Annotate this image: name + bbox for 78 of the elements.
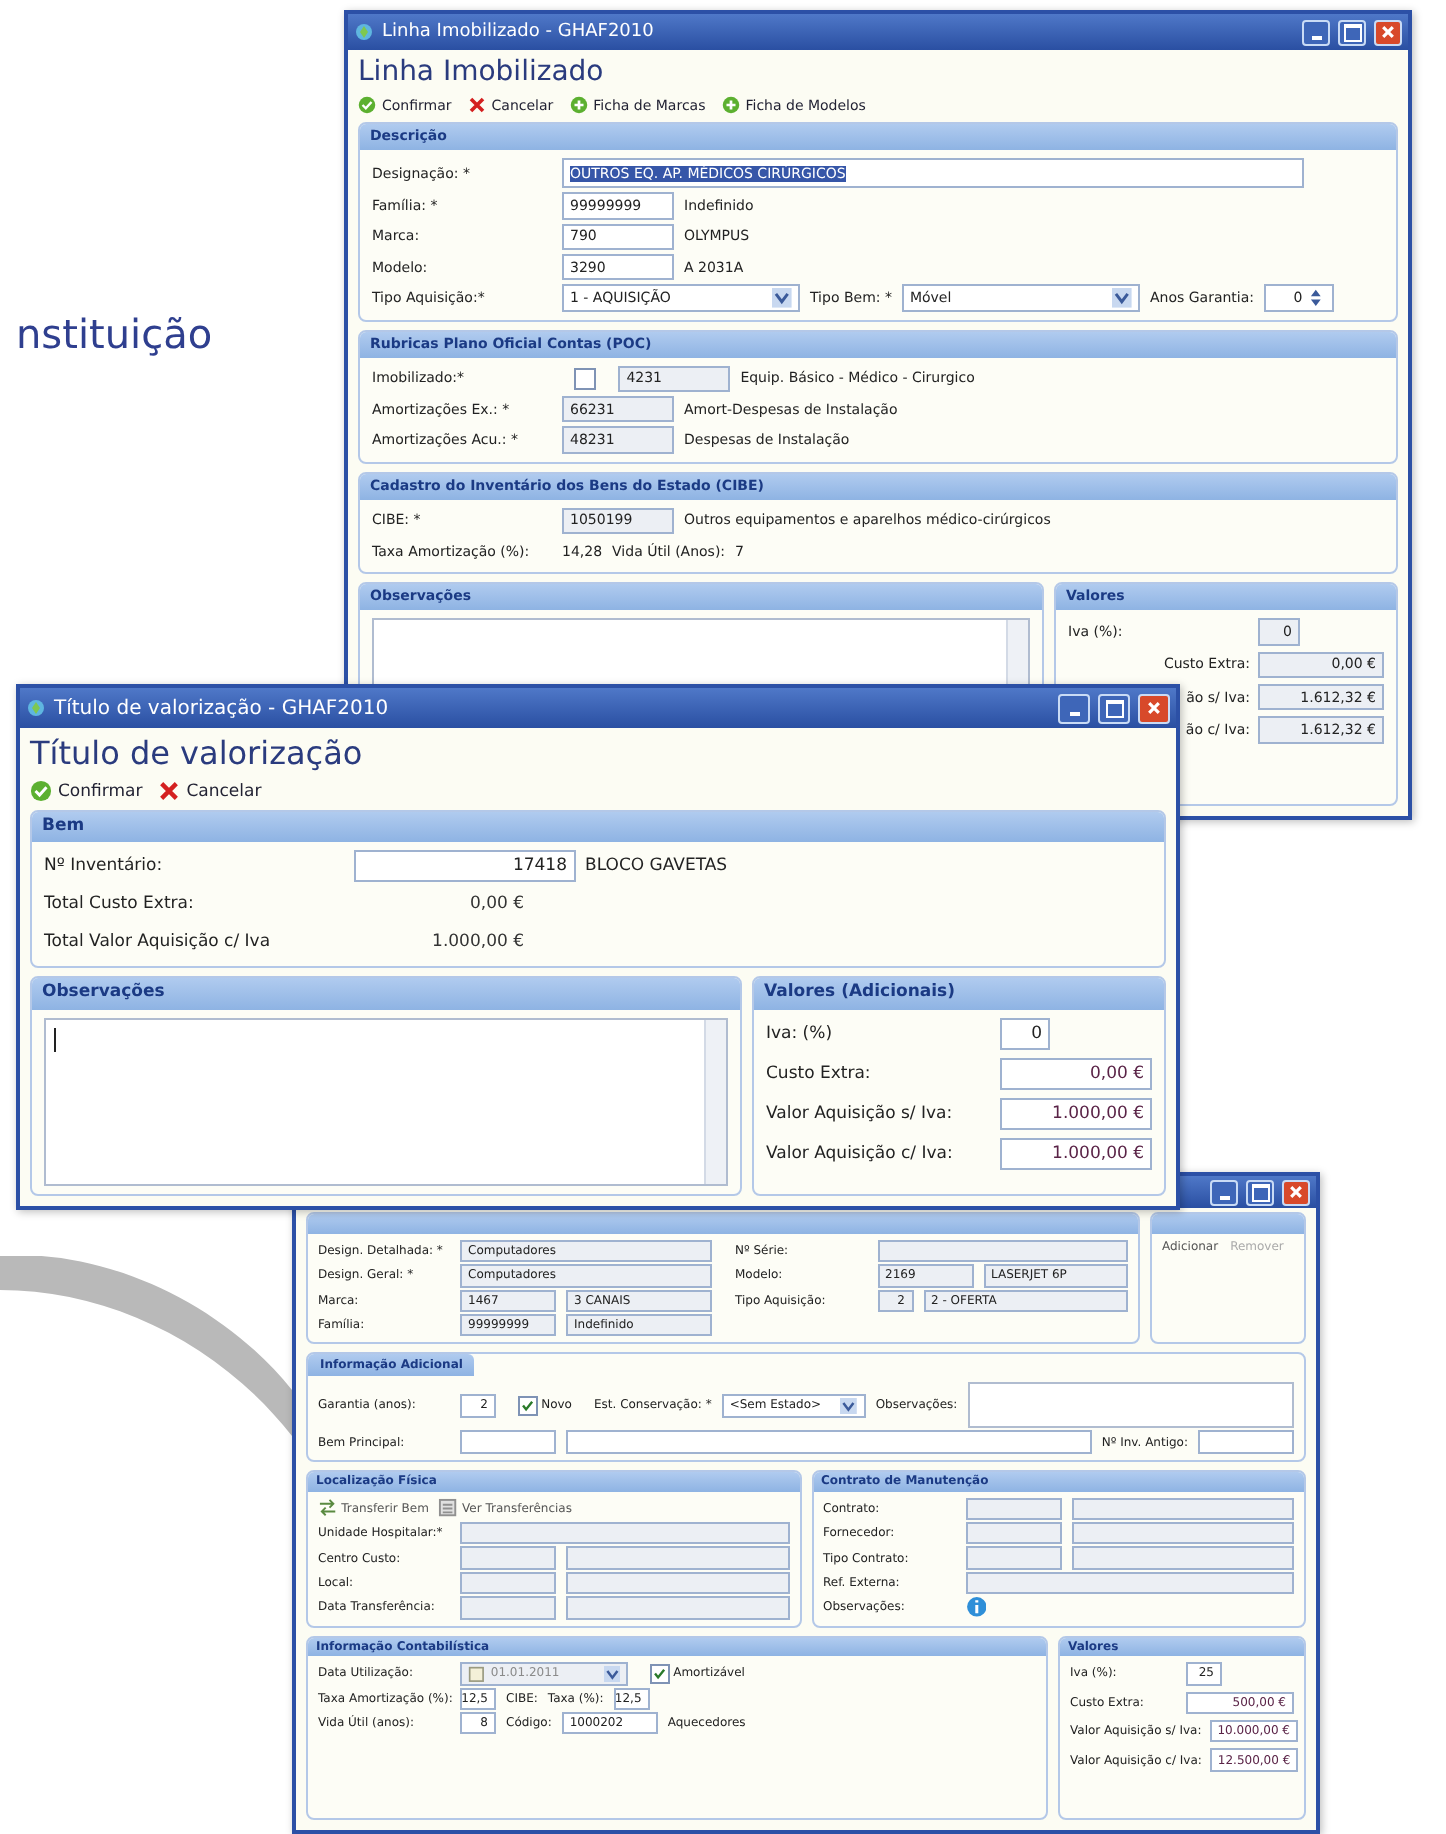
list-icon bbox=[438, 1498, 459, 1519]
field-label: Valor Aquisição c/ Iva: bbox=[766, 1144, 955, 1164]
field-label: Valor Aquisição s/ Iva: bbox=[766, 1103, 955, 1124]
input-field[interactable] bbox=[1198, 1430, 1294, 1454]
heading-text: nstituição bbox=[16, 310, 213, 358]
input-field[interactable] bbox=[965, 1497, 1061, 1520]
checkbox[interactable] bbox=[574, 367, 597, 390]
toolbar-button[interactable]: Confirmar bbox=[30, 780, 143, 802]
minimize-button[interactable] bbox=[1058, 693, 1090, 723]
input-field[interactable] bbox=[965, 1571, 1294, 1595]
caret-icon bbox=[772, 288, 792, 308]
input-field[interactable] bbox=[965, 1521, 1061, 1545]
input-field[interactable] bbox=[460, 1430, 556, 1454]
input-field[interactable]: 1.000,00 € bbox=[999, 1137, 1152, 1171]
input-field[interactable] bbox=[877, 1239, 1128, 1263]
input-field[interactable]: 17418 bbox=[354, 850, 575, 883]
scrollbar[interactable] bbox=[704, 1019, 726, 1184]
field-text: BLOCO GAVETAS bbox=[585, 856, 728, 877]
input-field[interactable] bbox=[1071, 1521, 1294, 1545]
info-icon bbox=[965, 1596, 987, 1619]
section-header: Valores (Adicionais) bbox=[754, 978, 1164, 1010]
caret-icon bbox=[1112, 288, 1132, 308]
input-field[interactable] bbox=[460, 1571, 556, 1595]
calendar-icon bbox=[468, 1665, 485, 1683]
app-icon bbox=[354, 22, 374, 42]
input-field[interactable] bbox=[1071, 1546, 1294, 1570]
input-field[interactable] bbox=[1071, 1497, 1294, 1520]
plus-icon bbox=[721, 96, 740, 114]
input-field[interactable] bbox=[965, 1546, 1061, 1570]
maximize-button[interactable] bbox=[1338, 19, 1366, 45]
window-title: Linha Imobilizado - GHAF2010 bbox=[382, 22, 654, 42]
input-field[interactable] bbox=[460, 1596, 556, 1619]
cross-icon bbox=[467, 96, 486, 114]
checkbox[interactable] bbox=[518, 1396, 538, 1416]
field-label: Nº Inventário: bbox=[44, 856, 165, 877]
input-field[interactable]: 1.000,00 € bbox=[999, 1097, 1152, 1130]
spin-arrows-icon bbox=[1306, 288, 1327, 308]
input-field[interactable]: 0,00 € bbox=[999, 1057, 1152, 1090]
input-field[interactable]: 0 bbox=[999, 1017, 1050, 1050]
field-label: Total Custo Extra: bbox=[44, 894, 196, 915]
input-field[interactable] bbox=[460, 1521, 789, 1545]
input-field[interactable] bbox=[460, 1546, 556, 1570]
close-icon bbox=[1288, 1184, 1304, 1200]
caret-icon bbox=[840, 1397, 858, 1415]
close-button[interactable] bbox=[1138, 693, 1170, 723]
page-heading: Linha Imobilizado bbox=[358, 54, 606, 92]
caret-icon bbox=[603, 1665, 620, 1683]
field-label: Total Valor Aquisição c/ Iva bbox=[44, 932, 273, 953]
close-button[interactable] bbox=[1374, 19, 1402, 45]
toolbar-button[interactable]: Cancelar bbox=[158, 780, 262, 802]
amount-text: 0,00 € bbox=[467, 894, 524, 915]
minimize-button[interactable] bbox=[1302, 19, 1330, 45]
plus-icon bbox=[569, 96, 588, 114]
maximize-button[interactable] bbox=[1098, 693, 1130, 723]
check-icon bbox=[30, 780, 52, 802]
field-label: Iva: (%) bbox=[766, 1023, 835, 1044]
check-icon bbox=[358, 96, 376, 114]
amount-text: 1.000,00 € bbox=[430, 932, 524, 953]
text-area[interactable] bbox=[44, 1017, 728, 1186]
checkbox[interactable] bbox=[650, 1664, 670, 1684]
section-header: Bem bbox=[32, 812, 1164, 843]
input-field[interactable] bbox=[566, 1596, 789, 1619]
input-field[interactable] bbox=[566, 1571, 789, 1595]
maximize-button[interactable] bbox=[1246, 1179, 1274, 1205]
close-button[interactable] bbox=[1282, 1179, 1310, 1205]
app-icon bbox=[26, 698, 46, 718]
minimize-button[interactable] bbox=[1210, 1179, 1238, 1205]
arrows-icon bbox=[318, 1498, 338, 1519]
text-area[interactable] bbox=[967, 1382, 1294, 1429]
close-icon bbox=[1146, 700, 1162, 716]
page-heading: Título de valorização bbox=[30, 732, 365, 776]
window-title: Título de valorização - GHAF2010 bbox=[54, 697, 389, 719]
section-header: Observações bbox=[32, 978, 740, 1010]
input-field[interactable] bbox=[566, 1546, 789, 1570]
close-icon bbox=[1380, 24, 1396, 40]
cross-icon bbox=[158, 780, 181, 802]
input-field[interactable] bbox=[566, 1430, 1092, 1454]
field-label: Custo Extra: bbox=[766, 1063, 873, 1084]
